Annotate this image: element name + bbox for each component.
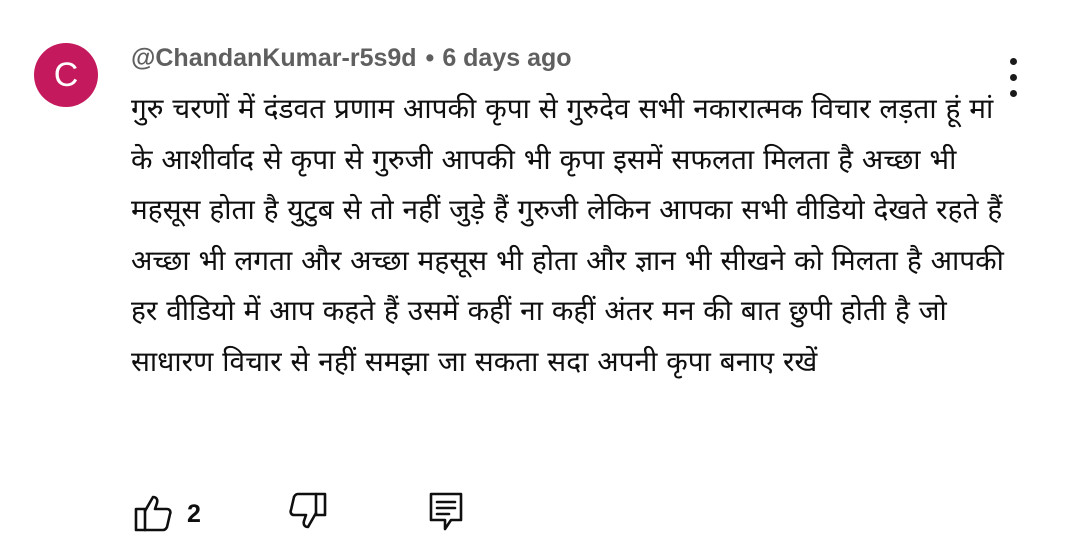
comment-header: @ChandanKumar-r5s9d • 6 days ago [131, 44, 572, 73]
avatar[interactable]: C [34, 43, 98, 107]
comment-text: गुरु चरणों में दंडवत प्रणाम आपकी कृपा से… [131, 92, 1004, 378]
menu-dot [1010, 58, 1017, 65]
avatar-letter: C [53, 56, 79, 94]
menu-dot [1010, 74, 1017, 81]
comment-timestamp[interactable]: 6 days ago [442, 44, 571, 72]
thumbs-down-icon [289, 492, 327, 529]
comment-reply-icon [429, 492, 463, 531]
dislike-button[interactable] [286, 490, 330, 534]
separator-dot: • [425, 44, 435, 72]
like-count: 2 [187, 500, 201, 528]
thumbs-up-icon [134, 495, 172, 532]
author-name[interactable]: @ChandanKumar-r5s9d [131, 44, 417, 72]
like-button[interactable] [131, 490, 175, 534]
menu-dot [1010, 90, 1017, 97]
reply-button[interactable] [427, 490, 467, 534]
